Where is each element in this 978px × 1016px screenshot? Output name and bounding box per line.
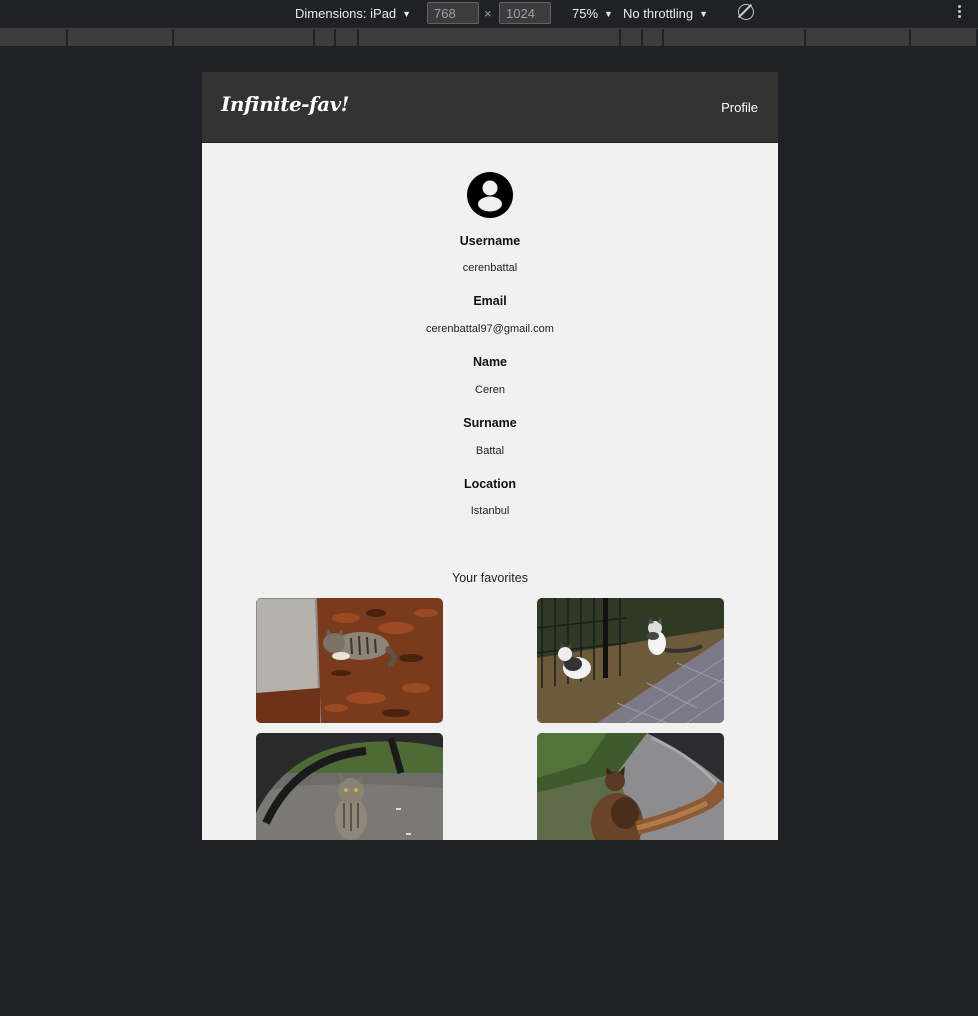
kebab-menu-icon[interactable] <box>955 3 963 23</box>
device-dimensions-label: Dimensions: iPad <box>295 6 397 21</box>
brand-logo[interactable]: Infinite-fav! <box>221 92 349 116</box>
throttling-dropdown[interactable]: No throttling ▼ <box>623 6 708 21</box>
zoom-dropdown[interactable]: 75% ▼ <box>572 6 613 21</box>
location-label: Location <box>463 477 517 491</box>
media-query-segment[interactable] <box>359 29 621 46</box>
media-query-segment[interactable] <box>174 29 315 46</box>
navbar: Infinite-fav! Profile <box>202 72 778 143</box>
devtools-device-toolbar: Dimensions: iPad ▼ 768 × 1024 75% ▼ No thr… <box>0 0 978 29</box>
user-circle-icon <box>467 172 513 218</box>
device-dimensions-dropdown[interactable]: Dimensions: iPad ▼ <box>295 6 411 21</box>
media-query-segment[interactable] <box>336 29 359 46</box>
device-width-input[interactable]: 768 <box>427 2 479 24</box>
username-label: Username <box>459 234 521 248</box>
media-query-segment[interactable] <box>806 29 911 46</box>
device-viewport: Infinite-fav! Profile Username cerenbatt… <box>202 72 778 840</box>
media-query-segment[interactable] <box>621 29 643 46</box>
media-query-segment[interactable] <box>911 29 978 46</box>
chevron-down-icon: ▼ <box>604 9 613 19</box>
media-query-segment[interactable] <box>0 29 68 46</box>
device-height-input[interactable]: 1024 <box>499 2 551 24</box>
surname-value: Battal <box>475 445 505 457</box>
surname-label: Surname <box>463 416 517 430</box>
favorite-cat-photo[interactable] <box>537 733 724 840</box>
email-value: cerenbattal97@gmail.com <box>426 323 554 335</box>
chevron-down-icon: ▼ <box>402 9 412 19</box>
email-label: Email <box>473 294 507 308</box>
media-query-segment[interactable] <box>315 29 336 46</box>
favorite-cat-photo[interactable] <box>256 598 443 723</box>
username-value: cerenbattal <box>462 262 518 274</box>
name-label: Name <box>472 355 508 369</box>
chevron-down-icon: ▼ <box>699 9 709 19</box>
favorites-title: Your favorites <box>452 571 528 585</box>
favorite-cat-photo[interactable] <box>537 598 724 723</box>
dimension-separator: × <box>484 6 492 21</box>
favorite-cat-photo[interactable] <box>256 733 443 840</box>
zoom-label: 75% <box>572 6 599 21</box>
media-query-bar <box>0 29 978 48</box>
throttling-label: No throttling <box>623 6 694 21</box>
media-query-segment[interactable] <box>664 29 806 46</box>
location-value: Istanbul <box>470 505 510 517</box>
name-value: Ceren <box>475 384 505 396</box>
rotate-icon[interactable] <box>738 4 754 20</box>
media-query-segment[interactable] <box>643 29 664 46</box>
media-query-segment[interactable] <box>68 29 174 46</box>
nav-profile-link[interactable]: Profile <box>721 100 758 115</box>
